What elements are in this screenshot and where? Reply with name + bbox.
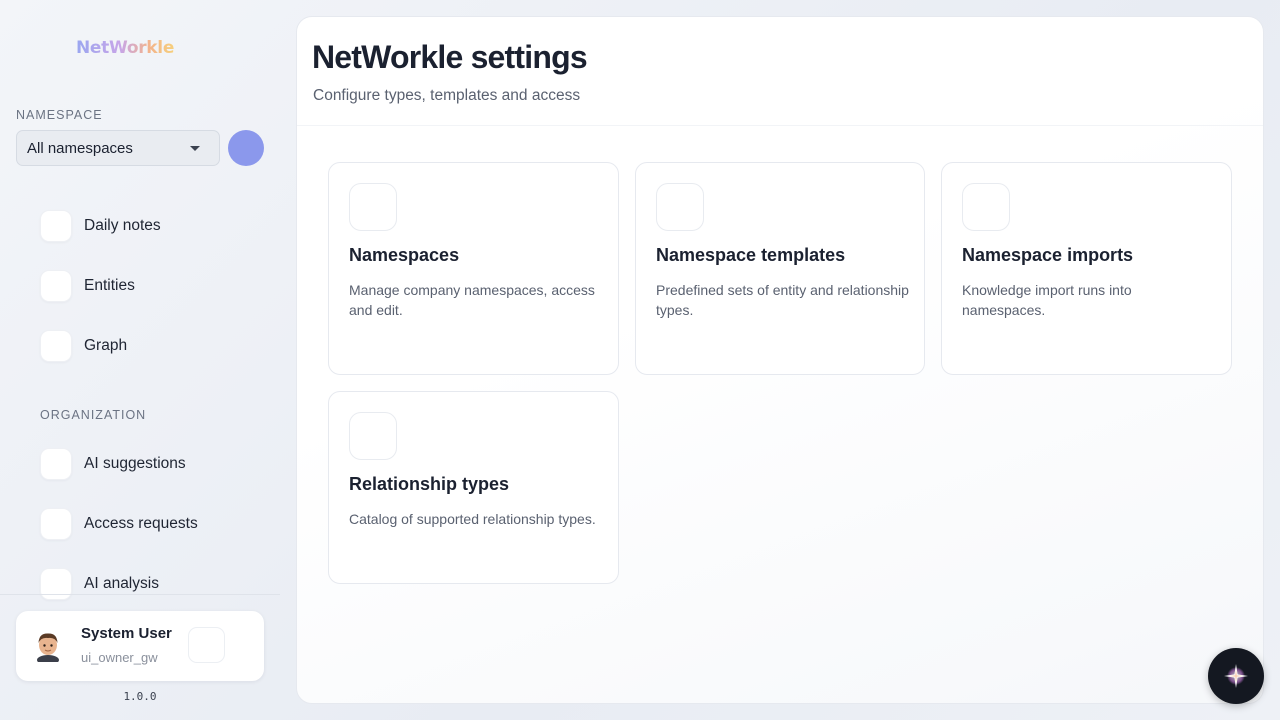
assistant-button[interactable]: [1208, 648, 1264, 704]
main-panel: NetWorkle settings Configure types, temp…: [296, 16, 1264, 704]
app-version: 1.0.0: [123, 690, 157, 703]
entities-icon: [40, 270, 72, 302]
namespace-color-button[interactable]: [228, 130, 264, 166]
sidebar-item-ai-suggestions[interactable]: AI suggestions: [40, 448, 260, 480]
card-title: Namespaces: [349, 245, 460, 265]
sidebar-item-graph[interactable]: Graph: [40, 330, 260, 362]
namespace-label: NAMESPACE: [16, 108, 103, 122]
sidebar: NetWorkle NAMESPACE All namespaces Daily…: [0, 0, 280, 720]
namespace-select[interactable]: All namespaces: [16, 130, 220, 166]
sidebar-divider: [0, 594, 280, 595]
namespace-select-value: All namespaces: [27, 139, 133, 157]
card-namespaces[interactable]: Namespaces Manage company namespaces, ac…: [328, 162, 619, 375]
sidebar-item-label: Access requests: [84, 515, 198, 532]
card-namespace-templates[interactable]: Namespace templates Predefined sets of e…: [635, 162, 925, 375]
sidebar-item-entities[interactable]: Entities: [40, 270, 260, 302]
namespace-imports-icon: [962, 183, 1010, 231]
namespaces-icon: [349, 183, 397, 231]
ai-analysis-icon: [40, 568, 72, 600]
card-relationship-types[interactable]: Relationship types Catalog of supported …: [328, 391, 619, 584]
card-title: Relationship types: [349, 474, 510, 494]
sidebar-item-label: Entities: [84, 277, 135, 294]
chevron-down-icon: [190, 146, 200, 151]
sidebar-item-label: AI analysis: [84, 575, 159, 592]
card-description: Knowledge import runs into namespaces.: [962, 282, 1132, 318]
sidebar-item-label: Daily notes: [84, 217, 161, 234]
graph-icon: [40, 330, 72, 362]
relationship-types-icon: [349, 412, 397, 460]
sidebar-item-access-requests[interactable]: Access requests: [40, 508, 260, 540]
page-subtitle: Configure types, templates and access: [313, 87, 581, 104]
organization-label: ORGANIZATION: [40, 408, 147, 422]
ai-suggestions-icon: [40, 448, 72, 480]
card-namespace-imports[interactable]: Namespace imports Knowledge import runs …: [941, 162, 1232, 375]
daily-notes-icon: [40, 210, 72, 242]
avatar: [37, 633, 59, 662]
access-requests-icon: [40, 508, 72, 540]
page-title: NetWorkle settings: [312, 39, 588, 75]
card-description: Predefined sets of entity and relationsh…: [656, 282, 909, 318]
app-logo[interactable]: NetWorkle: [76, 38, 174, 58]
user-id: ui_owner_gw: [81, 650, 158, 665]
sidebar-item-label: AI suggestions: [84, 455, 186, 472]
sidebar-item-daily-notes[interactable]: Daily notes: [40, 210, 260, 242]
card-title: Namespace templates: [656, 245, 846, 265]
sparkle-icon: [1224, 664, 1248, 688]
user-card[interactable]: System User ui_owner_gw: [16, 611, 264, 681]
user-menu-button[interactable]: [188, 627, 225, 663]
card-description: Catalog of supported relationship types.: [349, 511, 596, 527]
header-divider: [297, 125, 1263, 126]
sidebar-item-label: Graph: [84, 337, 128, 354]
user-name: System User: [81, 625, 172, 642]
card-description: Manage company namespaces, access and ed…: [349, 282, 595, 318]
card-title: Namespace imports: [962, 245, 1134, 265]
namespace-templates-icon: [656, 183, 704, 231]
